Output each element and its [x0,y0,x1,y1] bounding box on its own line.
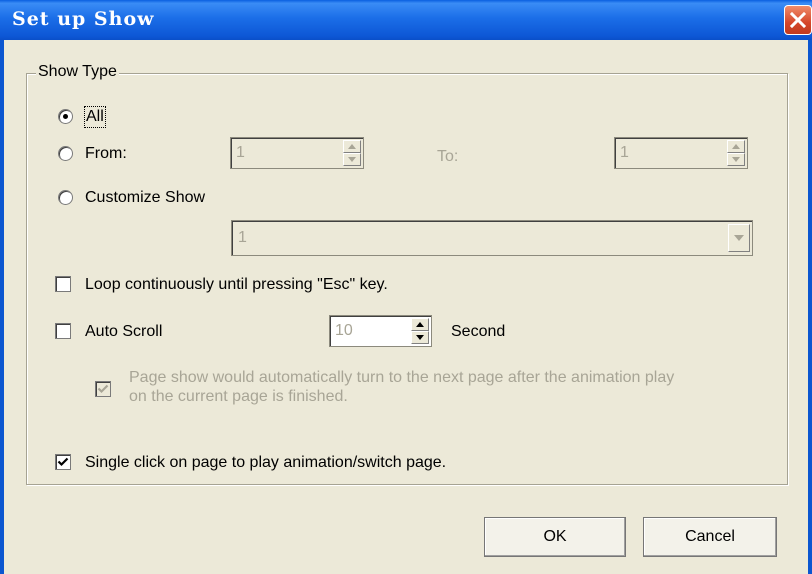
to-spinner[interactable]: 1 [614,137,748,169]
single-click-label[interactable]: Single click on page to play animation/s… [85,453,446,473]
customize-show-value: 1 [238,229,247,246]
radio-customize-label[interactable]: Customize Show [85,188,205,208]
title-bar[interactable]: Set up Show [0,0,812,40]
ok-button[interactable]: OK [484,517,626,557]
from-spin-up[interactable] [343,140,361,153]
from-value: 1 [236,144,245,161]
from-spinner[interactable]: 1 [230,137,364,169]
dropdown-button[interactable] [728,224,750,252]
single-click-checkbox[interactable] [55,454,71,470]
radio-from[interactable] [58,146,73,161]
spin-up-icon [732,144,740,149]
radio-customize[interactable] [58,190,73,205]
from-spin-down[interactable] [343,153,361,166]
auto-scroll-checkbox[interactable] [55,323,71,339]
radio-all-label[interactable]: All [84,106,106,128]
spin-down-icon [416,335,424,340]
seconds-spin-up[interactable] [411,318,429,331]
auto-scroll-seconds-spinner[interactable]: 10 [329,315,432,347]
seconds-spin-down[interactable] [411,331,429,344]
spin-up-icon [416,322,424,327]
spin-down-icon [348,157,356,162]
window-frame-right [808,40,812,574]
loop-checkbox[interactable] [55,276,71,292]
cancel-button[interactable]: Cancel [643,517,777,557]
auto-turn-checkbox[interactable] [95,381,111,397]
seconds-label: Second [451,323,506,340]
auto-turn-label-line2: on the current page is finished. [129,388,348,405]
close-icon [789,11,807,29]
show-type-legend: Show Type [36,62,119,82]
to-spin-down[interactable] [727,153,745,166]
chevron-down-icon [734,235,744,241]
checkmark-icon [57,457,69,467]
auto-turn-label-line1: Page show would automatically turn to th… [129,369,675,386]
to-label: To: [437,148,459,165]
auto-scroll-value: 10 [335,322,353,339]
radio-from-label[interactable]: From: [85,144,127,164]
spin-down-icon [732,157,740,162]
loop-label[interactable]: Loop continuously until pressing "Esc" k… [85,275,388,295]
radio-all[interactable] [58,109,73,124]
auto-scroll-label[interactable]: Auto Scroll [85,322,162,342]
to-spin-up[interactable] [727,140,745,153]
close-button[interactable] [784,5,812,35]
to-value: 1 [620,144,629,161]
window-title: Set up Show [12,8,155,30]
window-frame-left [0,40,4,574]
customize-show-dropdown[interactable]: 1 [231,220,753,256]
checkmark-icon [97,384,109,394]
spin-up-icon [348,144,356,149]
